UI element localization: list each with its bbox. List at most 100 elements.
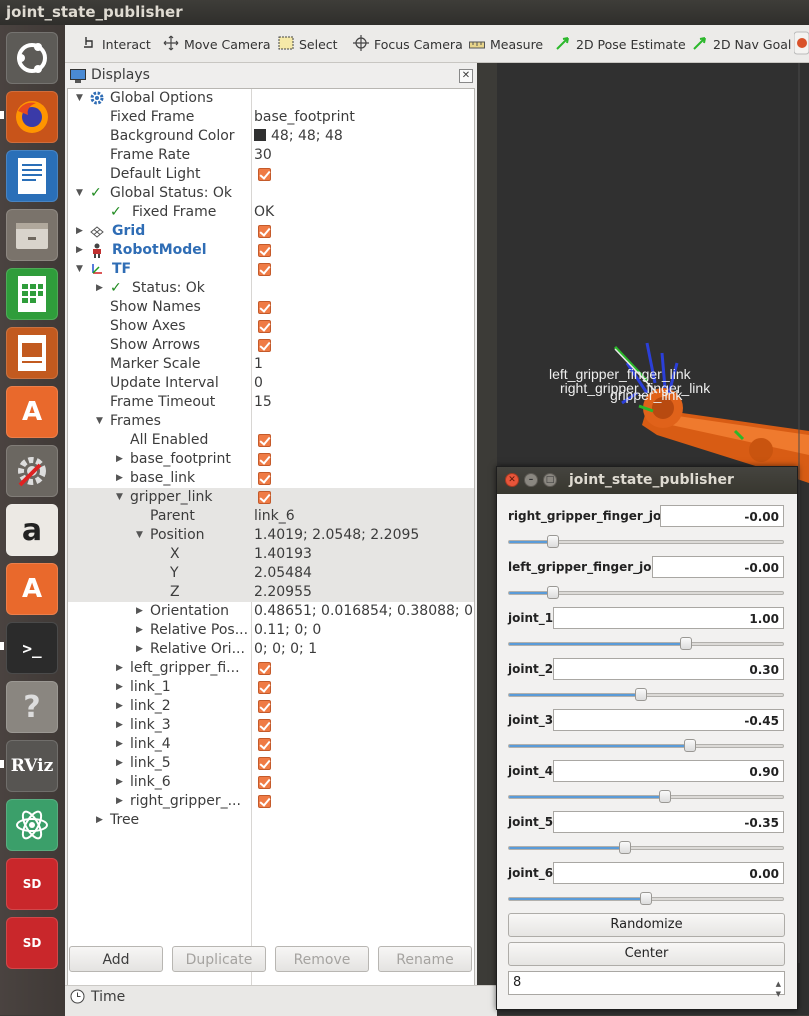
row-value[interactable]: 1 xyxy=(254,355,472,374)
firefox-icon[interactable] xyxy=(6,91,58,143)
joint-slider[interactable] xyxy=(508,586,784,599)
ubuntu-dash-icon[interactable] xyxy=(6,32,58,84)
tree-row-tree[interactable]: ▶ Tree xyxy=(68,811,474,830)
duplicate-button[interactable]: Duplicate xyxy=(172,946,266,972)
ubuntu-software-icon[interactable]: A xyxy=(6,386,58,438)
tool-2d-nav-goal[interactable]: 2D Nav Goal xyxy=(692,25,791,63)
tree-row-show-names[interactable]: Show Names xyxy=(68,298,474,317)
tool-interact[interactable]: Interact xyxy=(81,25,151,63)
checkbox[interactable] xyxy=(258,434,271,447)
tree-row-frame-item[interactable]: ▶ link_2 xyxy=(68,697,474,716)
close-icon[interactable]: ✕ xyxy=(505,473,519,487)
tree-row-tf-status[interactable]: ▶ ✓ Status: Ok xyxy=(68,279,474,298)
row-value[interactable]: base_footprint xyxy=(254,108,472,127)
close-panel-icon[interactable]: ✕ xyxy=(459,69,473,83)
tree-row-fixed-frame[interactable]: Fixed Frame base_footprint xyxy=(68,108,474,127)
slider-handle[interactable] xyxy=(684,739,697,752)
tree-row-position[interactable]: ▼ Position 1.4019; 2.0548; 2.2095 xyxy=(68,526,474,545)
tree-row-frames[interactable]: ▼ Frames xyxy=(68,412,474,431)
tree-row-orientation[interactable]: ▶ Orientation 0.48651; 0.016854; 0.38088… xyxy=(68,602,474,621)
tree-row-gripper-link[interactable]: ▼ gripper_link xyxy=(68,488,474,507)
tree-row-frame-item[interactable]: ▶ right_gripper_... xyxy=(68,792,474,811)
slider-handle[interactable] xyxy=(618,841,631,854)
joint-value-input[interactable]: 0.30 xyxy=(553,658,784,680)
joint-slider[interactable] xyxy=(508,790,784,803)
libreoffice-impress-icon[interactable] xyxy=(6,327,58,379)
tree-row-frame-item[interactable]: ▶ link_4 xyxy=(68,735,474,754)
tree-row-frame-item[interactable]: ▶ link_5 xyxy=(68,754,474,773)
tool-publish-point[interactable] xyxy=(793,25,809,63)
checkbox[interactable] xyxy=(258,263,271,276)
checkbox[interactable] xyxy=(258,472,271,485)
sd-card-icon[interactable]: SD xyxy=(6,858,58,910)
terminal-icon[interactable]: >_ xyxy=(6,622,58,674)
row-value[interactable]: 30 xyxy=(254,146,472,165)
libreoffice-writer-icon[interactable] xyxy=(6,150,58,202)
joint-slider[interactable] xyxy=(508,841,784,854)
tree-row-fixed-frame-status[interactable]: ✓ Fixed Frame OK xyxy=(68,203,474,222)
joint-slider[interactable] xyxy=(508,739,784,752)
tree-row-frame-item[interactable]: ▶ link_6 xyxy=(68,773,474,792)
tree-row-frame-item[interactable]: ▶ base_link xyxy=(68,469,474,488)
checkbox[interactable] xyxy=(258,339,271,352)
tree-row-y[interactable]: Y 2.05484 xyxy=(68,564,474,583)
slider-handle[interactable] xyxy=(546,586,559,599)
tree-row-frame-item[interactable]: ▶ left_gripper_fi... xyxy=(68,659,474,678)
tree-row-grid[interactable]: ▶ Grid xyxy=(68,222,474,241)
tool-move-camera[interactable]: Move Camera xyxy=(163,25,271,63)
center-button[interactable]: Center xyxy=(508,942,785,966)
tree-row-all-enabled[interactable]: All Enabled xyxy=(68,431,474,450)
tree-row-frame-rate[interactable]: Frame Rate 30 xyxy=(68,146,474,165)
displays-tree[interactable]: ▼ Global Options Fixed Frame base_footpr… xyxy=(67,88,475,999)
checkbox[interactable] xyxy=(258,795,271,808)
tree-row-x[interactable]: X 1.40193 xyxy=(68,545,474,564)
libreoffice-calc-icon[interactable] xyxy=(6,268,58,320)
slider-handle[interactable] xyxy=(546,535,559,548)
checkbox[interactable] xyxy=(258,662,271,675)
tree-row-tf[interactable]: ▼ TF xyxy=(68,260,474,279)
rename-button[interactable]: Rename xyxy=(378,946,472,972)
joint-value-input[interactable]: 1.00 xyxy=(553,607,784,629)
sd-card-icon[interactable]: SD xyxy=(6,917,58,969)
joint-slider[interactable] xyxy=(508,637,784,650)
help-icon[interactable]: ? xyxy=(6,681,58,733)
minimize-icon[interactable]: – xyxy=(524,473,538,487)
row-value[interactable]: 0 xyxy=(254,374,472,393)
maximize-icon[interactable]: □ xyxy=(543,473,557,487)
tree-row-background-color[interactable]: Background Color 48; 48; 48 xyxy=(68,127,474,146)
checkbox[interactable] xyxy=(258,738,271,751)
amazon-icon[interactable]: a xyxy=(6,504,58,556)
row-value[interactable]: 48; 48; 48 xyxy=(254,127,472,146)
checkbox[interactable] xyxy=(258,320,271,333)
tree-row-z[interactable]: Z 2.20955 xyxy=(68,583,474,602)
slider-handle[interactable] xyxy=(640,892,652,905)
checkbox[interactable] xyxy=(258,681,271,694)
jsp-titlebar[interactable]: ✕ – □ joint_state_publisher xyxy=(497,467,797,494)
joint-slider[interactable] xyxy=(508,688,784,701)
tool-measure[interactable]: Measure xyxy=(469,25,543,63)
joint-value-input[interactable]: -0.35 xyxy=(553,811,784,833)
tree-row-frame-timeout[interactable]: Frame Timeout 15 xyxy=(68,393,474,412)
rviz-icon[interactable]: RViz xyxy=(6,740,58,792)
slider-handle[interactable] xyxy=(680,637,692,650)
row-value[interactable]: 15 xyxy=(254,393,472,412)
checkbox[interactable] xyxy=(258,244,271,257)
checkbox[interactable] xyxy=(258,776,271,789)
joint-value-input[interactable]: 0.90 xyxy=(553,760,784,782)
tree-row-parent[interactable]: Parent link_6 xyxy=(68,507,474,526)
tool-select[interactable]: Select xyxy=(278,25,338,63)
tree-row-show-arrows[interactable]: Show Arrows xyxy=(68,336,474,355)
tree-row-marker-scale[interactable]: Marker Scale 1 xyxy=(68,355,474,374)
joint-value-input[interactable]: 0.00 xyxy=(553,862,784,884)
checkbox[interactable] xyxy=(258,757,271,770)
tree-row-global-status[interactable]: ▼ ✓ Global Status: Ok xyxy=(68,184,474,203)
system-settings-icon[interactable] xyxy=(6,445,58,497)
files-icon[interactable] xyxy=(6,209,58,261)
checkbox[interactable] xyxy=(258,168,271,181)
tree-row-frame-item[interactable]: ▶ base_footprint xyxy=(68,450,474,469)
tool-2d-pose-estimate[interactable]: 2D Pose Estimate xyxy=(555,25,686,63)
checkbox[interactable] xyxy=(258,491,271,504)
tree-row-frame-item[interactable]: ▶ link_1 xyxy=(68,678,474,697)
spinbox[interactable]: 8 ▲ ▼ xyxy=(508,971,785,998)
tree-row-frame-item[interactable]: ▶ link_3 xyxy=(68,716,474,735)
